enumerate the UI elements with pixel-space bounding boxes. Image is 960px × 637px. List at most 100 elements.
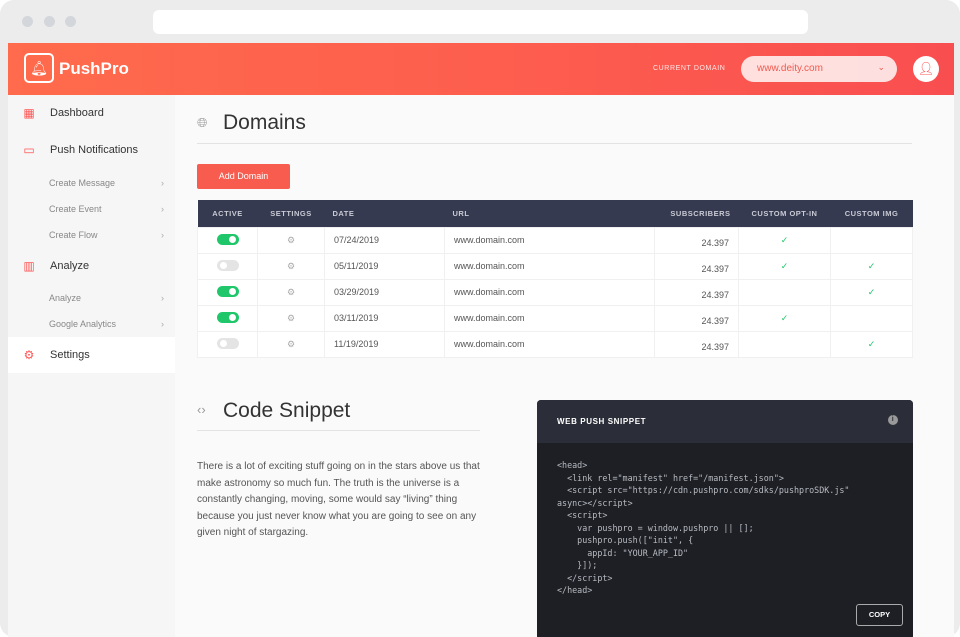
card-title: WEB PUSH SNIPPET [557,417,647,426]
sidebar-item-analyze[interactable]: ▥ Analyze [8,248,175,284]
top-header: 🔔︎ PushPro CURRENT DOMAIN www.deity.com ⌄… [8,43,954,95]
sidebar: ▦ Dashboard ▭ Push Notifications Create Me… [8,95,175,637]
bell-logo-icon: 🔔︎ [24,53,54,83]
code-block[interactable]: <head> <link rel="manifest" href="/manif… [537,443,913,613]
table-row: ⚙ 03/11/2019 www.domain.com 24.397 ✓ [197,304,913,332]
sidebar-item-settings[interactable]: ⚙ Settings [8,337,175,373]
column-header: CUSTOM OPT-IN [738,200,831,227]
sidebar-sub-analyze[interactable]: Analyze › [49,293,164,303]
sidebar-sub-create-event[interactable]: Create Event › [49,204,164,214]
column-header: URL [444,200,655,227]
code-icon: ‹› [197,402,206,417]
column-header: DATE [324,200,445,227]
custom-optin-check-icon [738,330,831,358]
gear-icon: ⚙ [23,348,35,362]
chat-icon: ▭ [23,143,35,157]
chevron-right-icon: › [161,293,164,303]
gear-icon[interactable]: ⚙ [287,313,295,323]
sidebar-label: Push Notifications [50,144,139,156]
user-avatar-icon[interactable]: 👤︎ [913,56,939,82]
custom-img-check-icon: ✓ [830,330,913,358]
chevron-right-icon: › [161,319,164,329]
active-cell [197,226,258,254]
card-header: WEB PUSH SNIPPET i [537,400,913,443]
sidebar-sub-create-flow[interactable]: Create Flow › [49,230,164,240]
sidebar-sub-google-analytics[interactable]: Google Analytics › [49,319,164,329]
subscribers-cell: 24.397 [654,252,739,280]
chevron-down-icon: ⌄ [877,62,885,72]
section-title: Code Snippet [223,399,351,422]
divider [197,143,912,144]
subscribers-cell: 24.397 [654,330,739,358]
column-header: SUBSCRIBERS [654,200,739,227]
app: 🔔︎ PushPro CURRENT DOMAIN www.deity.com ⌄… [8,43,954,637]
subscribers-cell: 24.397 [654,226,739,254]
chevron-right-icon: › [161,230,164,240]
settings-cell: ⚙ [257,330,325,358]
url-cell: www.domain.com [444,304,655,332]
column-header: SETTINGS [257,200,325,227]
gear-icon[interactable]: ⚙ [287,235,295,245]
gear-icon[interactable]: ⚙ [287,339,295,349]
sidebar-label: Create Flow [49,230,98,240]
custom-optin-check-icon: ✓ [738,252,831,280]
settings-cell: ⚙ [257,278,325,306]
table-row: ⚙ 03/29/2019 www.domain.com 24.397 ✓ [197,278,913,306]
sidebar-label: Dashboard [50,107,104,119]
active-cell [197,278,258,306]
url-cell: www.domain.com [444,278,655,306]
window-maximize-dot[interactable] [65,16,76,27]
custom-optin-check-icon: ✓ [738,304,831,332]
info-icon[interactable]: i [888,415,898,425]
active-cell [197,304,258,332]
sidebar-item-push-notifications[interactable]: ▭ Push Notifications [8,132,175,168]
custom-img-check-icon: ✓ [830,252,913,280]
subscribers-cell: 24.397 [654,304,739,332]
active-cell [197,252,258,280]
url-cell: www.domain.com [444,252,655,280]
dashboard-icon: ▦ [23,106,35,120]
gear-icon[interactable]: ⚙ [287,261,295,271]
custom-img-check-icon: ✓ [830,278,913,306]
settings-cell: ⚙ [257,226,325,254]
custom-optin-check-icon: ✓ [738,226,831,254]
table-row: ⚙ 11/19/2019 www.domain.com 24.397 ✓ [197,330,913,358]
active-toggle[interactable] [216,285,239,297]
current-domain-label: CURRENT DOMAIN [653,65,726,72]
sidebar-label: Google Analytics [49,319,117,329]
sidebar-item-dashboard[interactable]: ▦ Dashboard [8,95,175,131]
custom-img-check-icon [830,226,913,254]
active-cell [197,330,258,358]
active-toggle[interactable] [216,259,239,271]
window-minimize-dot[interactable] [44,16,55,27]
gear-icon[interactable]: ⚙ [287,287,295,297]
domains-table: ACTIVE SETTINGS DATE URL SUBSCRIBERS CUSTOM O… [197,200,913,358]
add-domain-button[interactable]: Add Domain [197,164,290,189]
active-toggle[interactable] [216,311,239,323]
browser-window: 🔔︎ PushPro CURRENT DOMAIN www.deity.com ⌄… [0,0,960,637]
settings-cell: ⚙ [257,252,325,280]
date-cell: 03/29/2019 [324,278,445,306]
sidebar-label: Analyze [50,260,90,272]
table-row: ⚙ 05/11/2019 www.domain.com 24.397 ✓ ✓ [197,252,913,280]
active-toggle[interactable] [216,337,239,349]
domain-select-value: www.deity.com [757,63,823,74]
chevron-right-icon: › [161,204,164,214]
domain-select[interactable]: www.deity.com ⌄ [741,56,897,82]
divider [197,430,480,431]
sidebar-sub-create-message[interactable]: Create Message › [49,178,164,188]
url-cell: www.domain.com [444,226,655,254]
web-push-snippet-card: WEB PUSH SNIPPET i <head> <link rel="mani… [537,400,913,637]
subscribers-cell: 24.397 [654,278,739,306]
copy-button[interactable]: COPY [856,604,903,626]
custom-img-check-icon [830,304,913,332]
page-title: Domains [223,111,306,134]
date-cell: 07/24/2019 [324,226,445,254]
address-bar[interactable] [153,10,808,34]
table-row: ⚙ 07/24/2019 www.domain.com 24.397 ✓ [197,226,913,254]
settings-cell: ⚙ [257,304,325,332]
date-cell: 11/19/2019 [324,330,445,358]
date-cell: 03/11/2019 [324,304,445,332]
window-close-dot[interactable] [22,16,33,27]
active-toggle[interactable] [216,233,239,245]
